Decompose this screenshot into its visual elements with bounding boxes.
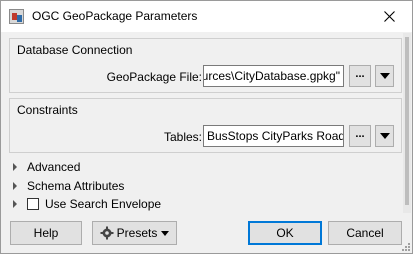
advanced-label: Advanced <box>27 160 81 174</box>
geopackage-file-field[interactable]: ources\CityDatabase.gpkg" <box>203 65 344 87</box>
help-button-label: Help <box>33 226 59 240</box>
use-search-envelope-checkbox[interactable] <box>27 198 39 210</box>
use-search-envelope-expander[interactable]: Use Search Envelope <box>13 197 161 211</box>
ok-button-label: OK <box>276 226 294 240</box>
scrollbar-thumb[interactable] <box>405 37 409 205</box>
close-button[interactable] <box>367 1 412 32</box>
presets-button-label: Presets <box>116 226 158 240</box>
window-title: OGC GeoPackage Parameters <box>32 9 198 23</box>
geopackage-file-browse-button[interactable]: ... <box>349 65 371 87</box>
database-connection-label: Database Connection <box>17 43 133 57</box>
geopackage-file-value: ources\CityDatabase.gpkg" <box>203 69 340 83</box>
chevron-right-icon <box>13 182 17 190</box>
dialog-window: OGC GeoPackage Parameters Database Conne… <box>0 0 413 254</box>
title-bar[interactable]: OGC GeoPackage Parameters <box>1 1 412 32</box>
presets-button[interactable]: Presets <box>92 221 177 245</box>
chevron-down-icon <box>161 230 170 236</box>
app-icon <box>9 9 24 24</box>
tables-value: BusStops CityParks Roads <box>207 129 344 143</box>
tables-menu-button[interactable] <box>375 125 394 147</box>
database-connection-group: Database Connection GeoPackage File: our… <box>9 38 402 93</box>
tables-browse-button[interactable]: ... <box>349 125 371 147</box>
close-icon <box>384 11 395 22</box>
constraints-group: Constraints Tables: BusStops CityParks R… <box>9 98 402 153</box>
use-search-envelope-label: Use Search Envelope <box>45 197 162 211</box>
tables-label: Tables: <box>163 130 202 144</box>
cancel-button-label: Cancel <box>346 226 384 240</box>
geopackage-file-menu-button[interactable] <box>375 65 394 87</box>
gear-icon <box>100 226 114 240</box>
ok-button[interactable]: OK <box>248 221 322 245</box>
constraints-label: Constraints <box>17 103 78 117</box>
scrollbar[interactable] <box>403 33 411 213</box>
chevron-down-icon <box>379 133 390 139</box>
help-button[interactable]: Help <box>10 221 82 245</box>
chevron-down-icon <box>379 73 390 79</box>
chevron-right-icon <box>13 200 17 208</box>
tables-field[interactable]: BusStops CityParks Roads <box>203 125 344 147</box>
resize-grip-icon[interactable] <box>400 241 410 251</box>
schema-attributes-expander[interactable]: Schema Attributes <box>13 179 124 193</box>
geopackage-file-label: GeoPackage File: <box>106 70 202 84</box>
schema-attributes-label: Schema Attributes <box>27 179 125 193</box>
chevron-right-icon <box>13 163 17 171</box>
advanced-expander[interactable]: Advanced <box>13 160 80 174</box>
cancel-button[interactable]: Cancel <box>328 221 402 245</box>
